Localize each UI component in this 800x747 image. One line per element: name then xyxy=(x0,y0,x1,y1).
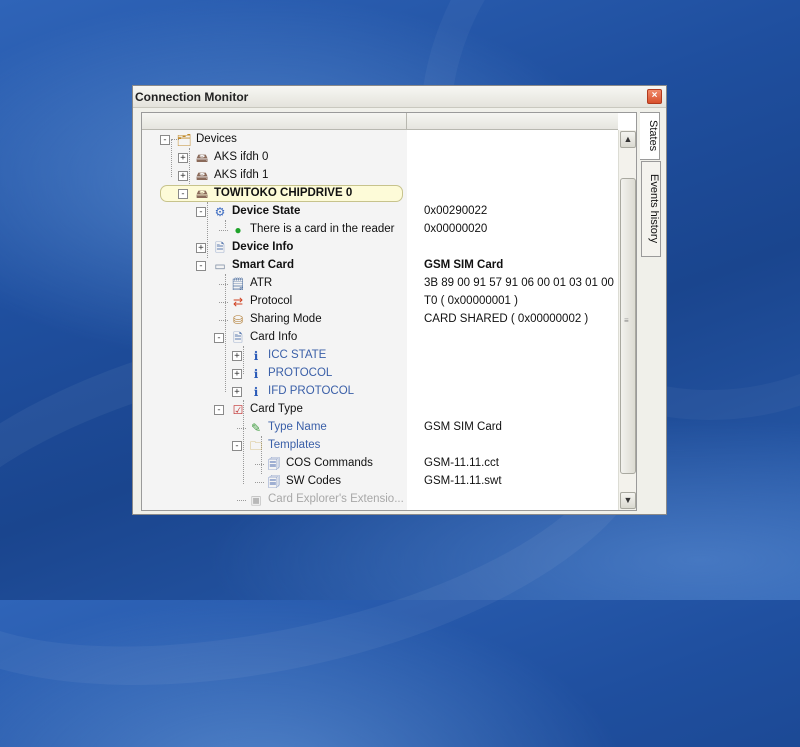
tree-row[interactable]: - 🗀 Templates xyxy=(142,437,618,455)
info-document-icon: 🗎 xyxy=(233,331,243,345)
scroll-up-button[interactable]: ▲ xyxy=(620,131,636,148)
tree-item-label: Devices xyxy=(196,133,237,145)
title-bar[interactable]: Connection Monitor × xyxy=(133,86,666,108)
info-icon: ℹ xyxy=(253,367,259,381)
tree-row[interactable]: - ⚙ Device State 0x00290022 xyxy=(142,203,618,221)
tree-row[interactable]: 🗒 ATR 3B 89 00 91 57 91 06 00 01 03 01 00 xyxy=(142,275,618,293)
tree-item-label: AKS ifdh 1 xyxy=(214,169,269,181)
tree-item-value: GSM SIM Card xyxy=(424,421,502,433)
collapse-icon[interactable]: - xyxy=(196,261,206,271)
info-document-icon: 🗎 xyxy=(215,241,225,255)
tree-item-label: TOWITOKO CHIPDRIVE 0 xyxy=(214,187,353,199)
devices-folder-icon: 🗂 xyxy=(176,133,192,147)
tree-row[interactable]: - 🗂 Devices xyxy=(142,131,618,149)
tree-row[interactable]: 🗐 SW Codes GSM-11.11.swt xyxy=(142,473,618,491)
expand-icon[interactable]: + xyxy=(232,351,242,361)
tree-item-value: GSM-11.11.swt xyxy=(424,475,502,487)
collapse-icon[interactable]: - xyxy=(232,441,242,451)
tree-row[interactable]: ⛁ Sharing Mode CARD SHARED ( 0x00000002 ) xyxy=(142,311,618,329)
side-tabs: States Events history xyxy=(640,112,663,292)
tree-row[interactable]: + 🖴 AKS ifdh 0 xyxy=(142,149,618,167)
tree-item-value: 3B 89 00 91 57 91 06 00 01 03 01 00 xyxy=(424,277,614,289)
vertical-scrollbar[interactable]: ▲ ≡ ▼ xyxy=(618,130,636,510)
info-icon: ℹ xyxy=(253,385,259,399)
tree-row[interactable]: + ℹ PROTOCOL xyxy=(142,365,618,383)
tree-item-label: ATR xyxy=(250,277,273,289)
tree-item-label: AKS ifdh 0 xyxy=(214,151,269,163)
window-title: Connection Monitor xyxy=(135,90,249,104)
tree-item-label: COS Commands xyxy=(286,457,373,469)
template-file-icon: 🗐 xyxy=(268,475,280,489)
card-type-checklist-icon: ☑ xyxy=(232,403,244,417)
type-name-icon: ✎ xyxy=(250,421,262,435)
tree-row[interactable]: - 🗎 Card Info xyxy=(142,329,618,347)
tree-item-label: Card Explorer's Extensio... xyxy=(268,493,404,505)
tab-events-history[interactable]: Events history xyxy=(641,161,661,257)
sharing-mode-icon: ⛁ xyxy=(232,313,244,327)
column-header xyxy=(142,113,618,130)
card-reader-icon: 🖴 xyxy=(195,151,209,165)
protocol-arrows-icon: ⇄ xyxy=(232,295,244,309)
tree-item-label: Sharing Mode xyxy=(250,313,322,325)
expand-icon[interactable]: + xyxy=(232,369,242,379)
tree-row[interactable]: + 🖴 AKS ifdh 1 xyxy=(142,167,618,185)
tree-row[interactable]: ● There is a card in the reader 0x00000020 xyxy=(142,221,618,239)
tree-item-label: SW Codes xyxy=(286,475,341,487)
tree-item-label: Smart Card xyxy=(232,259,294,271)
tree-item-value: 0x00000020 xyxy=(424,223,488,235)
tree-item-value: CARD SHARED ( 0x00000002 ) xyxy=(424,313,589,325)
collapse-icon[interactable]: - xyxy=(214,405,224,415)
tree-row[interactable]: + 🗎 Device Info xyxy=(142,239,618,257)
extension-icon: ▣ xyxy=(250,493,262,507)
expand-icon[interactable]: + xyxy=(196,243,206,253)
tree-row[interactable]: ▣ Card Explorer's Extensio... xyxy=(142,491,618,509)
scroll-down-button[interactable]: ▼ xyxy=(620,492,636,509)
tree-item-label: Card Info xyxy=(250,331,298,343)
tree-item-label: Protocol xyxy=(250,295,293,307)
tree-row[interactable]: + ℹ ICC STATE xyxy=(142,347,618,365)
tree-item-label: Card Type xyxy=(250,403,303,415)
template-file-icon: 🗐 xyxy=(268,457,280,471)
tree-item-label: Device State xyxy=(232,205,301,217)
atr-icon: 🗒 xyxy=(230,277,246,291)
collapse-icon[interactable]: - xyxy=(214,333,224,343)
tree-row[interactable]: - ☑ Card Type xyxy=(142,401,618,419)
tree-item-label: ICC STATE xyxy=(268,349,327,361)
expand-icon[interactable]: + xyxy=(178,171,188,181)
card-reader-icon: 🖴 xyxy=(195,169,209,183)
info-icon: ℹ xyxy=(253,349,259,363)
tree-item-label: IFD PROTOCOL xyxy=(268,385,355,397)
expand-icon[interactable]: + xyxy=(178,153,188,163)
tree-item-value: T0 ( 0x00000001 ) xyxy=(424,295,518,307)
card-reader-icon: 🖴 xyxy=(195,187,209,201)
tree-item-label: Type Name xyxy=(268,421,327,433)
collapse-icon[interactable]: - xyxy=(160,135,170,145)
tree-item-label: Device Info xyxy=(232,241,294,253)
tab-states[interactable]: States xyxy=(640,112,660,160)
column-header-separator[interactable] xyxy=(406,113,407,129)
templates-folder-icon: 🗀 xyxy=(249,439,262,453)
collapse-icon[interactable]: - xyxy=(196,207,206,217)
scrollbar-thumb[interactable]: ≡ xyxy=(620,178,636,474)
smart-card-icon: ▭ xyxy=(214,259,226,273)
tree-item-label: PROTOCOL xyxy=(268,367,333,379)
green-status-dot-icon: ● xyxy=(234,223,242,237)
tree-row[interactable]: ✎ Type Name GSM SIM Card xyxy=(142,419,618,437)
tree-item-value: GSM-11.11.cct xyxy=(424,457,499,469)
tree-row[interactable]: - ▭ Smart Card GSM SIM Card xyxy=(142,257,618,275)
tree-row[interactable]: 🗐 COS Commands GSM-11.11.cct xyxy=(142,455,618,473)
tree-item-label: Templates xyxy=(268,439,321,451)
tree-row[interactable]: + ℹ IFD PROTOCOL xyxy=(142,383,618,401)
tree-item-value: GSM SIM Card xyxy=(424,259,504,271)
tree-row[interactable]: - 🖴 TOWITOKO CHIPDRIVE 0 xyxy=(142,185,618,203)
tree-item-label: There is a card in the reader xyxy=(250,223,395,235)
tree-row[interactable]: ⇄ Protocol T0 ( 0x00000001 ) xyxy=(142,293,618,311)
states-tree-panel: - 🗂 Devices + 🖴 AKS ifdh 0 + 🖴 AKS ifdh 1- 🖴 TOWIT… xyxy=(141,112,637,511)
collapse-icon[interactable]: - xyxy=(178,189,188,199)
device-state-icon: ⚙ xyxy=(214,205,226,219)
tree-item-value: 0x00290022 xyxy=(424,205,488,217)
expand-icon[interactable]: + xyxy=(232,387,242,397)
connection-monitor-window: Connection Monitor × - 🗂 Devices + 🖴 AKS ifdh… xyxy=(132,85,667,515)
close-button[interactable]: × xyxy=(647,89,662,104)
